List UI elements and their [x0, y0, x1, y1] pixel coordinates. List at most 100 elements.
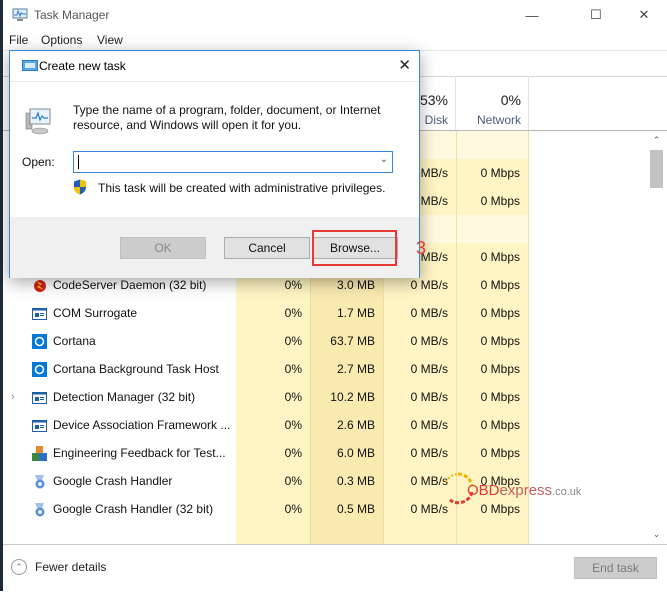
text-caret [78, 155, 79, 169]
expand-chevron-icon[interactable]: › [11, 383, 15, 411]
cpu-cell: 0% [236, 327, 310, 355]
network-cell: 0 Mbps [456, 271, 529, 299]
cpu-cell: 0% [236, 467, 310, 495]
window-icon [32, 418, 47, 433]
uac-shield-icon [74, 179, 86, 195]
memory-cell: 2.7 MB [310, 355, 383, 383]
dialog-title: Create new task [39, 59, 126, 73]
disk-cell: 0 MB/s [383, 411, 456, 439]
chevron-up-icon: ⌃ [11, 559, 27, 575]
google-icon [32, 474, 47, 489]
network-cell: 0 Mbps [456, 327, 529, 355]
process-row[interactable]: Engineering Feedback for Test... 0% 6.0 MB… [3, 439, 647, 467]
cancel-button[interactable]: Cancel [224, 237, 310, 259]
cpu-cell: 0% [236, 439, 310, 467]
network-cell: 0 Mbps [456, 299, 529, 327]
cpu-cell: 0% [236, 383, 310, 411]
annotation-highlight-box [312, 230, 397, 266]
network-label: Network [476, 113, 521, 127]
memory-cell: 63.7 MB [310, 327, 383, 355]
memory-cell: 2.6 MB [310, 411, 383, 439]
process-name: Engineering Feedback for Test... [53, 446, 226, 460]
dialog-title-bar: Create new task ✕ [10, 51, 419, 82]
cpu-cell: 0% [236, 355, 310, 383]
process-row[interactable]: Cortana 0% 63.7 MB 0 MB/s 0 Mbps [3, 327, 647, 355]
network-cell [456, 131, 529, 159]
process-name: COM Surrogate [53, 306, 138, 320]
cpu-cell: 0% [236, 495, 310, 523]
window-icon [32, 390, 47, 405]
dialog-close-icon[interactable]: ✕ [398, 56, 411, 74]
ok-button[interactable]: OK [120, 237, 206, 259]
dialog-message: Type the name of a program, folder, docu… [73, 103, 381, 132]
menu-options[interactable]: Options [41, 33, 82, 47]
process-name: Google Crash Handler [53, 474, 173, 488]
network-cell: 0 Mbps [456, 355, 529, 383]
fewer-details-button[interactable]: ⌃ Fewer details [11, 559, 106, 575]
cpu-cell: 0% [236, 411, 310, 439]
maximize-button[interactable]: ☐ [573, 0, 619, 30]
process-name: Google Crash Handler (32 bit) [53, 502, 214, 516]
cpu-cell: 0% [236, 299, 310, 327]
scroll-down-icon[interactable]: ⌄ [648, 529, 665, 540]
watermark-text: OBDexpress.co.uk [467, 482, 582, 499]
scroll-up-icon[interactable]: ⌃ [648, 135, 665, 146]
google-icon [32, 502, 47, 517]
disk-cell: 0 MB/s [383, 327, 456, 355]
network-cell: 0 Mbps [456, 187, 529, 215]
menu-bar: File Options View [3, 30, 667, 50]
chevron-down-icon[interactable]: ⌄ [380, 154, 388, 165]
disk-cell: 0 MB/s [383, 299, 456, 327]
title-bar: Task Manager — ☐ ✕ [3, 0, 667, 30]
memory-cell: 0.5 MB [310, 495, 383, 523]
minimize-button[interactable]: — [509, 0, 555, 30]
process-name: Device Association Framework ... [53, 418, 231, 432]
menu-view[interactable]: View [97, 33, 123, 47]
process-row[interactable]: › Detection Manager (32 bit) 0% 10.2 MB 0 MB… [3, 383, 647, 411]
memory-cell: 10.2 MB [310, 383, 383, 411]
memory-cell: 6.0 MB [310, 439, 383, 467]
process-row[interactable]: COM Surrogate 0% 1.7 MB 0 MB/s 0 Mbps [3, 299, 647, 327]
menu-file[interactable]: File [9, 33, 28, 47]
run-dialog-icon [22, 60, 38, 71]
disk-cell: 0 MB/s [383, 439, 456, 467]
disk-label: Disk [424, 113, 448, 127]
disk-cell: 0 MB/s [383, 355, 456, 383]
admin-note: This task will be created with administr… [98, 181, 386, 195]
monitor-icon [25, 108, 51, 135]
footer-bar: ⌃ Fewer details End task [3, 544, 667, 592]
open-input[interactable]: ⌄ [73, 151, 393, 173]
feedback-icon [32, 446, 47, 461]
scroll-thumb[interactable] [650, 150, 663, 188]
disk-cell: 0 MB/s [383, 383, 456, 411]
process-name: Cortana Background Task Host [53, 362, 219, 376]
process-row[interactable]: Cortana Background Task Host 0% 2.7 MB 0 MB… [3, 355, 647, 383]
codeserver-icon [32, 278, 47, 293]
network-cell [456, 215, 529, 243]
network-percent: 0% [500, 92, 521, 108]
end-task-button[interactable]: End task [574, 557, 657, 579]
process-name: Cortana [53, 334, 96, 348]
cortana-icon [32, 334, 47, 349]
task-manager-icon [12, 8, 28, 21]
process-row[interactable]: Google Crash Handler (32 bit) 0% 0.5 MB 0 M… [3, 495, 647, 523]
network-cell: 0 Mbps [456, 439, 529, 467]
column-network[interactable]: 0% Network [456, 76, 529, 130]
disk-percent: 53% [419, 92, 448, 108]
open-label: Open: [22, 155, 55, 169]
network-cell: 0 Mbps [456, 411, 529, 439]
network-cell: 0 Mbps [456, 243, 529, 271]
list-filler [3, 523, 647, 544]
annotation-step-number: 3 [416, 238, 427, 258]
memory-cell: 0.3 MB [310, 467, 383, 495]
network-cell: 0 Mbps [456, 383, 529, 411]
close-button[interactable]: ✕ [621, 0, 667, 30]
vertical-scrollbar[interactable]: ⌃ ⌄ [648, 131, 665, 544]
process-name: Detection Manager (32 bit) [53, 390, 196, 404]
window-title: Task Manager [34, 8, 110, 22]
process-row[interactable]: Device Association Framework ... 0% 2.6 MB… [3, 411, 647, 439]
cortana-icon [32, 362, 47, 377]
network-cell: 0 Mbps [456, 159, 529, 187]
memory-cell: 1.7 MB [310, 299, 383, 327]
window-icon [32, 306, 47, 321]
